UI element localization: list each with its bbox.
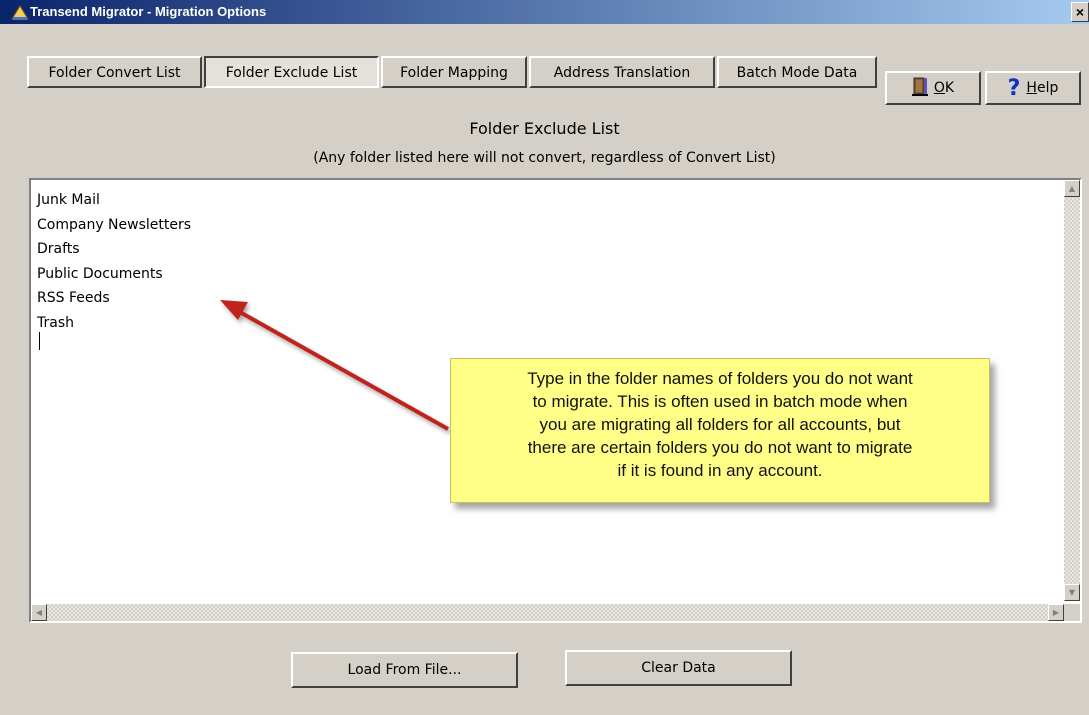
callout-line: you are migrating all folders for all ac… [539,415,901,434]
load-from-file-button[interactable]: Load From File... [291,652,518,688]
clear-data-button[interactable]: Clear Data [565,650,792,686]
annotation-callout: Type in the folder names of folders you … [450,358,990,503]
callout-line: to migrate. This is often used in batch … [532,392,908,411]
callout-line: if it is found in any account. [617,461,823,480]
callout-line: Type in the folder names of folders you … [527,369,913,388]
callout-line: there are certain folders you do not wan… [527,438,913,457]
